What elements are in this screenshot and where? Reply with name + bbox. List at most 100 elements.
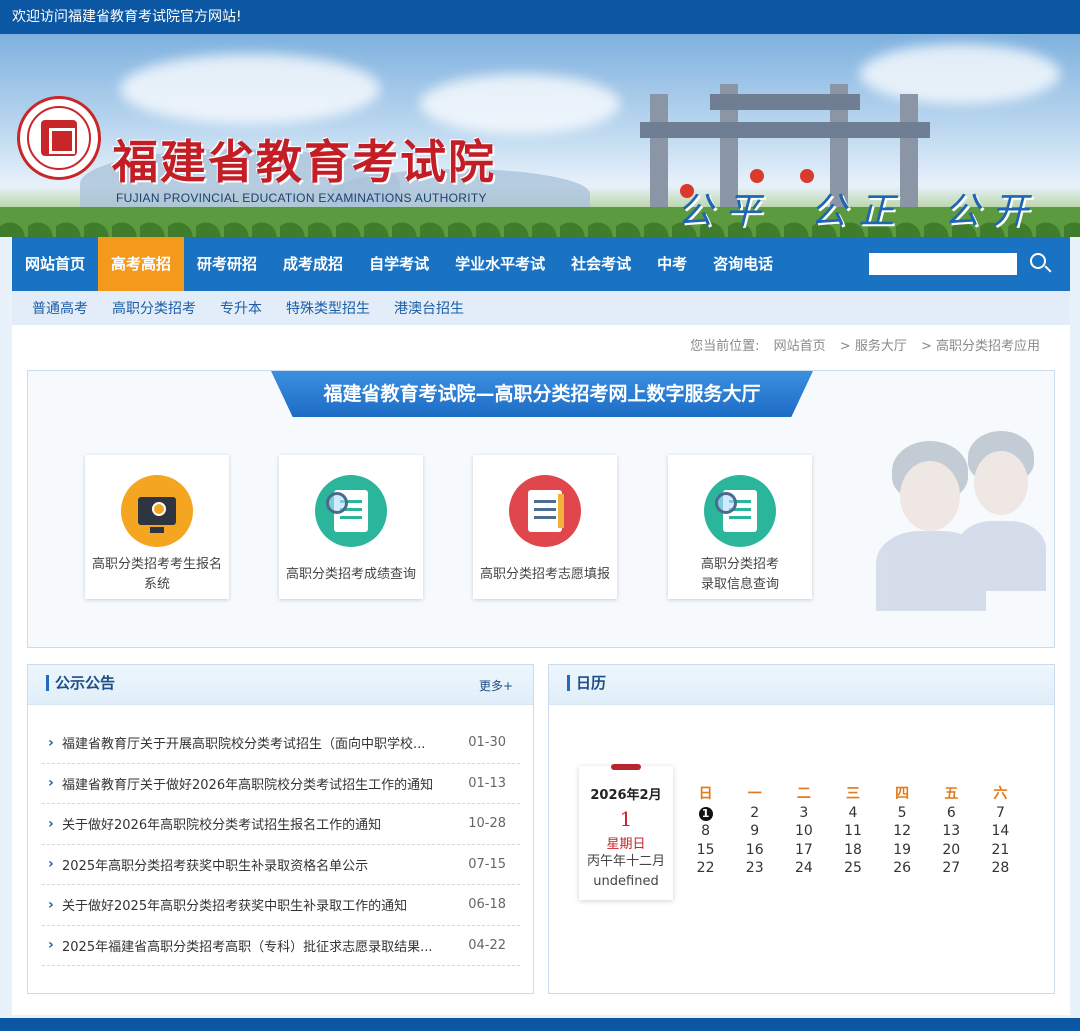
chevron-right-icon: › [48, 896, 54, 913]
subnav-regular[interactable]: 普通高考 [20, 298, 100, 318]
nav-zhongkao[interactable]: 中考 [644, 237, 700, 291]
service-card-registration[interactable]: 高职分类招考考生报名 系统 [85, 455, 229, 599]
list-item[interactable]: › 关于做好2026年高职院校分类考试招生报名工作的通知 10-28 [42, 804, 520, 845]
weekday-header: 四 [895, 786, 910, 802]
service-card-score[interactable]: 高职分类招考成绩查询 [279, 455, 423, 599]
calendar-day[interactable]: 12 [878, 822, 927, 841]
admission-search-icon [704, 475, 776, 547]
calendar-day[interactable]: 14 [976, 822, 1025, 841]
nav-hotline[interactable]: 咨询电话 [700, 237, 786, 291]
nav-graduate[interactable]: 研考研招 [184, 237, 270, 291]
calendar-day[interactable]: 21 [976, 841, 1025, 860]
weekday-header: 六 [993, 786, 1008, 802]
breadcrumb-home[interactable]: 网站首页 [774, 339, 826, 354]
weekday: 星期日 [606, 837, 646, 852]
subnav-vocational[interactable]: 高职分类招考 [100, 298, 208, 318]
customer-service-illustration [876, 431, 1046, 611]
welcome-text: 欢迎访问福建省教育考试院官方网站! [12, 9, 242, 25]
list-item[interactable]: › 关于做好2025年高职分类招考获奖中职生补录取工作的通知 06-18 [42, 885, 520, 926]
calendar-day[interactable]: 9 [730, 822, 779, 841]
calendar-day[interactable]: 20 [927, 841, 976, 860]
org-name: 福建省教育考试院 [112, 135, 496, 189]
motto: 公平 公正 公开 [677, 191, 1040, 232]
subnav-upgrade[interactable]: 专升本 [208, 298, 274, 318]
service-card-admission[interactable]: 高职分类招考 录取信息查询 [668, 455, 812, 599]
list-item[interactable]: › 福建省教育厅关于做好2026年高职院校分类考试招生工作的通知 01-13 [42, 764, 520, 804]
service-hall: 福建省教育考试院—高职分类招考网上数字服务大厅 高职分类招考考生报名 系统 高职分… [27, 370, 1055, 648]
calendar-day[interactable]: 18 [828, 841, 877, 860]
calendar-day[interactable]: 4 [828, 804, 877, 823]
cloud-decor [420, 74, 620, 134]
calendar-day[interactable]: 17 [779, 841, 828, 860]
weekday-header-row: 日一二三四五六 [681, 785, 1025, 804]
notice-list: › 福建省教育厅关于开展高职院校分类考试招生（面向中职学校... 01-30 › 福建… [42, 723, 520, 966]
calendar-day[interactable]: 25 [828, 859, 877, 878]
calendar-day[interactable]: 3 [779, 804, 828, 823]
calendar-day[interactable]: 28 [976, 859, 1025, 878]
calendar-day[interactable]: 5 [878, 804, 927, 823]
service-label: 高职分类招考考生报名 系统 [91, 557, 222, 592]
subnav-special[interactable]: 特殊类型招生 [274, 298, 382, 318]
weekday-header: 五 [944, 786, 959, 802]
calendar-day[interactable]: 23 [730, 859, 779, 878]
calendar-day[interactable]: 1 [681, 804, 730, 823]
calendar-day[interactable]: 26 [878, 859, 927, 878]
weekday-header: 三 [845, 786, 860, 802]
header-banner: 福建省教育考试院 FUJIAN PROVINCIAL EDUCATION EXA… [0, 34, 1080, 237]
calendar-day[interactable]: 19 [878, 841, 927, 860]
nav-self-study[interactable]: 自学考试 [356, 237, 442, 291]
calendar-day[interactable]: 24 [779, 859, 828, 878]
main-content: 您当前位置: 网站首页 > 服务大厅 > 高职分类招考应用 福建省教育考试院—高… [12, 325, 1070, 1015]
service-card-application[interactable]: 高职分类招考志愿填报 [473, 455, 617, 599]
subnav-hk-macao-tw[interactable]: 港澳台招生 [382, 298, 476, 318]
sub-nav: 普通高考 高职分类招考 专升本 特殊类型招生 港澳台招生 [12, 291, 1070, 325]
calendar-day[interactable]: 8 [681, 822, 730, 841]
notice-panel: 公示公告 更多+ › 福建省教育厅关于开展高职院校分类考试招生（面向中职学校...… [27, 664, 534, 994]
score-search-icon [315, 475, 387, 547]
lunar-day: undefined [593, 874, 659, 889]
main-nav: 网站首页 高考高招 研考研招 成考成招 自学考试 学业水平考试 社会考试 中考 … [12, 237, 1070, 291]
weekday-header: 日 [698, 786, 713, 802]
nav-adult[interactable]: 成考成招 [270, 237, 356, 291]
calendar-day[interactable]: 2 [730, 804, 779, 823]
lunar-year-month: 丙午年十二月 [586, 854, 665, 869]
calendar-day[interactable]: 7 [976, 804, 1025, 823]
more-link[interactable]: 更多+ [479, 677, 513, 694]
calendar-day[interactable]: 10 [779, 822, 828, 841]
search-input[interactable] [869, 253, 1017, 275]
calendar-day[interactable]: 11 [828, 822, 877, 841]
breadcrumb-label: 您当前位置: [690, 339, 760, 354]
nav-social-exam[interactable]: 社会考试 [558, 237, 644, 291]
search-icon[interactable] [1028, 251, 1054, 277]
today-marker: 1 [698, 806, 713, 821]
service-label: 高职分类招考志愿填报 [479, 567, 610, 582]
org-name-en: FUJIAN PROVINCIAL EDUCATION EXAMINATIONS… [116, 191, 487, 205]
cloud-decor [120, 54, 380, 124]
breadcrumb-hall[interactable]: > 服务大厅 [840, 339, 907, 354]
list-item[interactable]: › 2025年高职分类招考获奖中职生补录取资格名单公示 07-15 [42, 845, 520, 885]
date-card: 2026年2月 1 星期日 丙午年十二月 undefined [579, 764, 673, 900]
calendar-day[interactable]: 6 [927, 804, 976, 823]
nav-gaokao[interactable]: 高考高招 [98, 237, 185, 291]
chevron-right-icon: › [48, 815, 54, 832]
calendar-week-row: 22 23 24 25 26 27 28 [681, 859, 1025, 878]
calendar-day[interactable]: 13 [927, 822, 976, 841]
current-day: 1 [619, 807, 633, 831]
hall-title: 福建省教育考试院—高职分类招考网上数字服务大厅 [271, 371, 813, 417]
calendar-day[interactable]: 15 [681, 841, 730, 860]
calendar-day[interactable]: 27 [927, 859, 976, 878]
weekday-header: 一 [747, 786, 762, 802]
nav-home[interactable]: 网站首页 [12, 237, 98, 291]
calendar-day[interactable]: 16 [730, 841, 779, 860]
calendar-clip-icon [611, 764, 641, 770]
welcome-bar: 欢迎访问福建省教育考试院官方网站! [0, 0, 1080, 34]
checklist-pencil-icon [509, 475, 581, 547]
notice-title: 公示公告 [46, 675, 115, 691]
service-label: 高职分类招考成绩查询 [285, 567, 416, 582]
list-item[interactable]: › 福建省教育厅关于开展高职院校分类考试招生（面向中职学校... 01-30 [42, 723, 520, 764]
weekday-header: 二 [796, 786, 811, 802]
calendar-day[interactable]: 22 [681, 859, 730, 878]
nav-proficiency[interactable]: 学业水平考试 [442, 237, 558, 291]
list-item[interactable]: › 2025年福建省高职分类招考高职（专科）批征求志愿录取结果... 04-22 [42, 926, 520, 966]
calendar-week-row: 1 234567 [681, 804, 1025, 823]
